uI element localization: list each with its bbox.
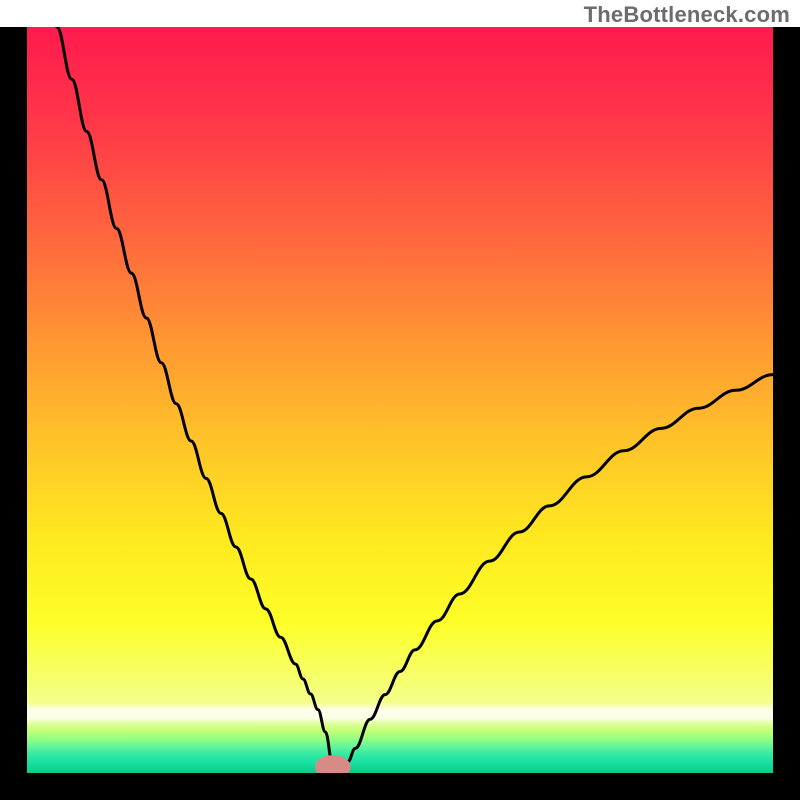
chart-container: TheBottleneck.com (0, 0, 800, 800)
chart-frame (0, 27, 800, 800)
chart-svg (27, 27, 773, 773)
plot-area (27, 27, 773, 773)
watermark-text: TheBottleneck.com (584, 2, 790, 28)
gradient-background (27, 27, 773, 773)
